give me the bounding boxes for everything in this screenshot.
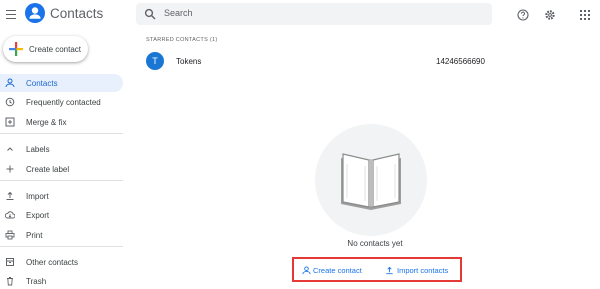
history-icon: [5, 97, 15, 107]
sidebar-divider: [0, 133, 123, 134]
empty-state-text: No contacts yet: [347, 239, 403, 248]
search-icon: [144, 8, 156, 20]
sidebar-item-labels[interactable]: Labels: [0, 140, 123, 158]
starred-contacts-heading: STARRED CONTACTS (1): [146, 37, 218, 43]
sidebar-item-export[interactable]: Export: [0, 206, 123, 224]
plus-icon: [6, 165, 14, 173]
create-contact-link[interactable]: Create contact: [302, 266, 362, 275]
app-title: Contacts: [50, 6, 104, 21]
merge-icon: [5, 117, 15, 127]
avatar: T: [146, 52, 164, 70]
import-contacts-link-label: Import contacts: [397, 266, 449, 275]
app-header: Contacts Search: [0, 0, 600, 30]
sidebar-item-label: Trash: [26, 277, 47, 286]
empty-state-illustration: [315, 124, 427, 236]
sidebar-item-label: Import: [26, 192, 49, 201]
sidebar-item-print[interactable]: Print: [0, 226, 123, 244]
plus-colored-icon: [9, 42, 23, 56]
sidebar-item-import[interactable]: Import: [0, 187, 123, 205]
sidebar-item-label: Export: [26, 211, 50, 220]
upload-icon: [386, 266, 393, 275]
sidebar-item-label: Create label: [26, 165, 70, 174]
open-book-icon: [341, 153, 401, 210]
sidebar-item-merge-fix[interactable]: Merge & fix: [0, 113, 123, 131]
trash-icon: [7, 277, 13, 286]
sidebar-divider: [0, 180, 123, 181]
cloud-download-icon: [5, 211, 15, 219]
contact-phone: 14246566690: [436, 57, 485, 66]
sidebar-item-label: Labels: [26, 145, 50, 154]
create-contact-link-label: Create contact: [313, 266, 362, 275]
sidebar-item-other-contacts[interactable]: Other contacts: [0, 253, 123, 271]
sidebar-item-label: Merge & fix: [26, 118, 67, 127]
import-contacts-link[interactable]: Import contacts: [385, 266, 448, 275]
create-contact-label: Create contact: [29, 45, 82, 54]
person-add-icon: [302, 266, 311, 275]
sidebar-item-label: Print: [26, 231, 43, 240]
sidebar-item-contacts[interactable]: Contacts: [0, 74, 123, 92]
upload-icon: [6, 191, 14, 200]
hamburger-menu-icon[interactable]: [6, 10, 16, 20]
apps-grid-icon[interactable]: [578, 8, 592, 22]
sidebar-item-label: Contacts: [26, 79, 58, 88]
contact-name: Tokens: [176, 57, 202, 66]
sidebar-item-frequently-contacted[interactable]: Frequently contacted: [0, 93, 123, 111]
sidebar-item-label: Frequently contacted: [26, 98, 101, 107]
sidebar-item-label: Other contacts: [26, 258, 79, 267]
contacts-logo-icon: [25, 3, 45, 23]
search-input[interactable]: Search: [136, 3, 492, 25]
sidebar-item-trash[interactable]: Trash: [0, 272, 123, 289]
chevron-up-icon: [7, 147, 13, 151]
create-contact-button[interactable]: Create contact: [3, 36, 88, 62]
settings-gear-icon[interactable]: [543, 8, 557, 22]
empty-state-actions: Create contact Import contacts: [292, 257, 462, 282]
sidebar-item-create-label[interactable]: Create label: [0, 160, 123, 178]
search-placeholder: Search: [164, 8, 193, 18]
sidebar-divider: [0, 246, 123, 247]
archive-icon: [6, 258, 14, 266]
contact-row[interactable]: T Tokens 14246566690: [136, 52, 592, 72]
printer-icon: [5, 230, 15, 240]
person-icon: [5, 78, 15, 88]
help-icon[interactable]: [516, 8, 530, 22]
